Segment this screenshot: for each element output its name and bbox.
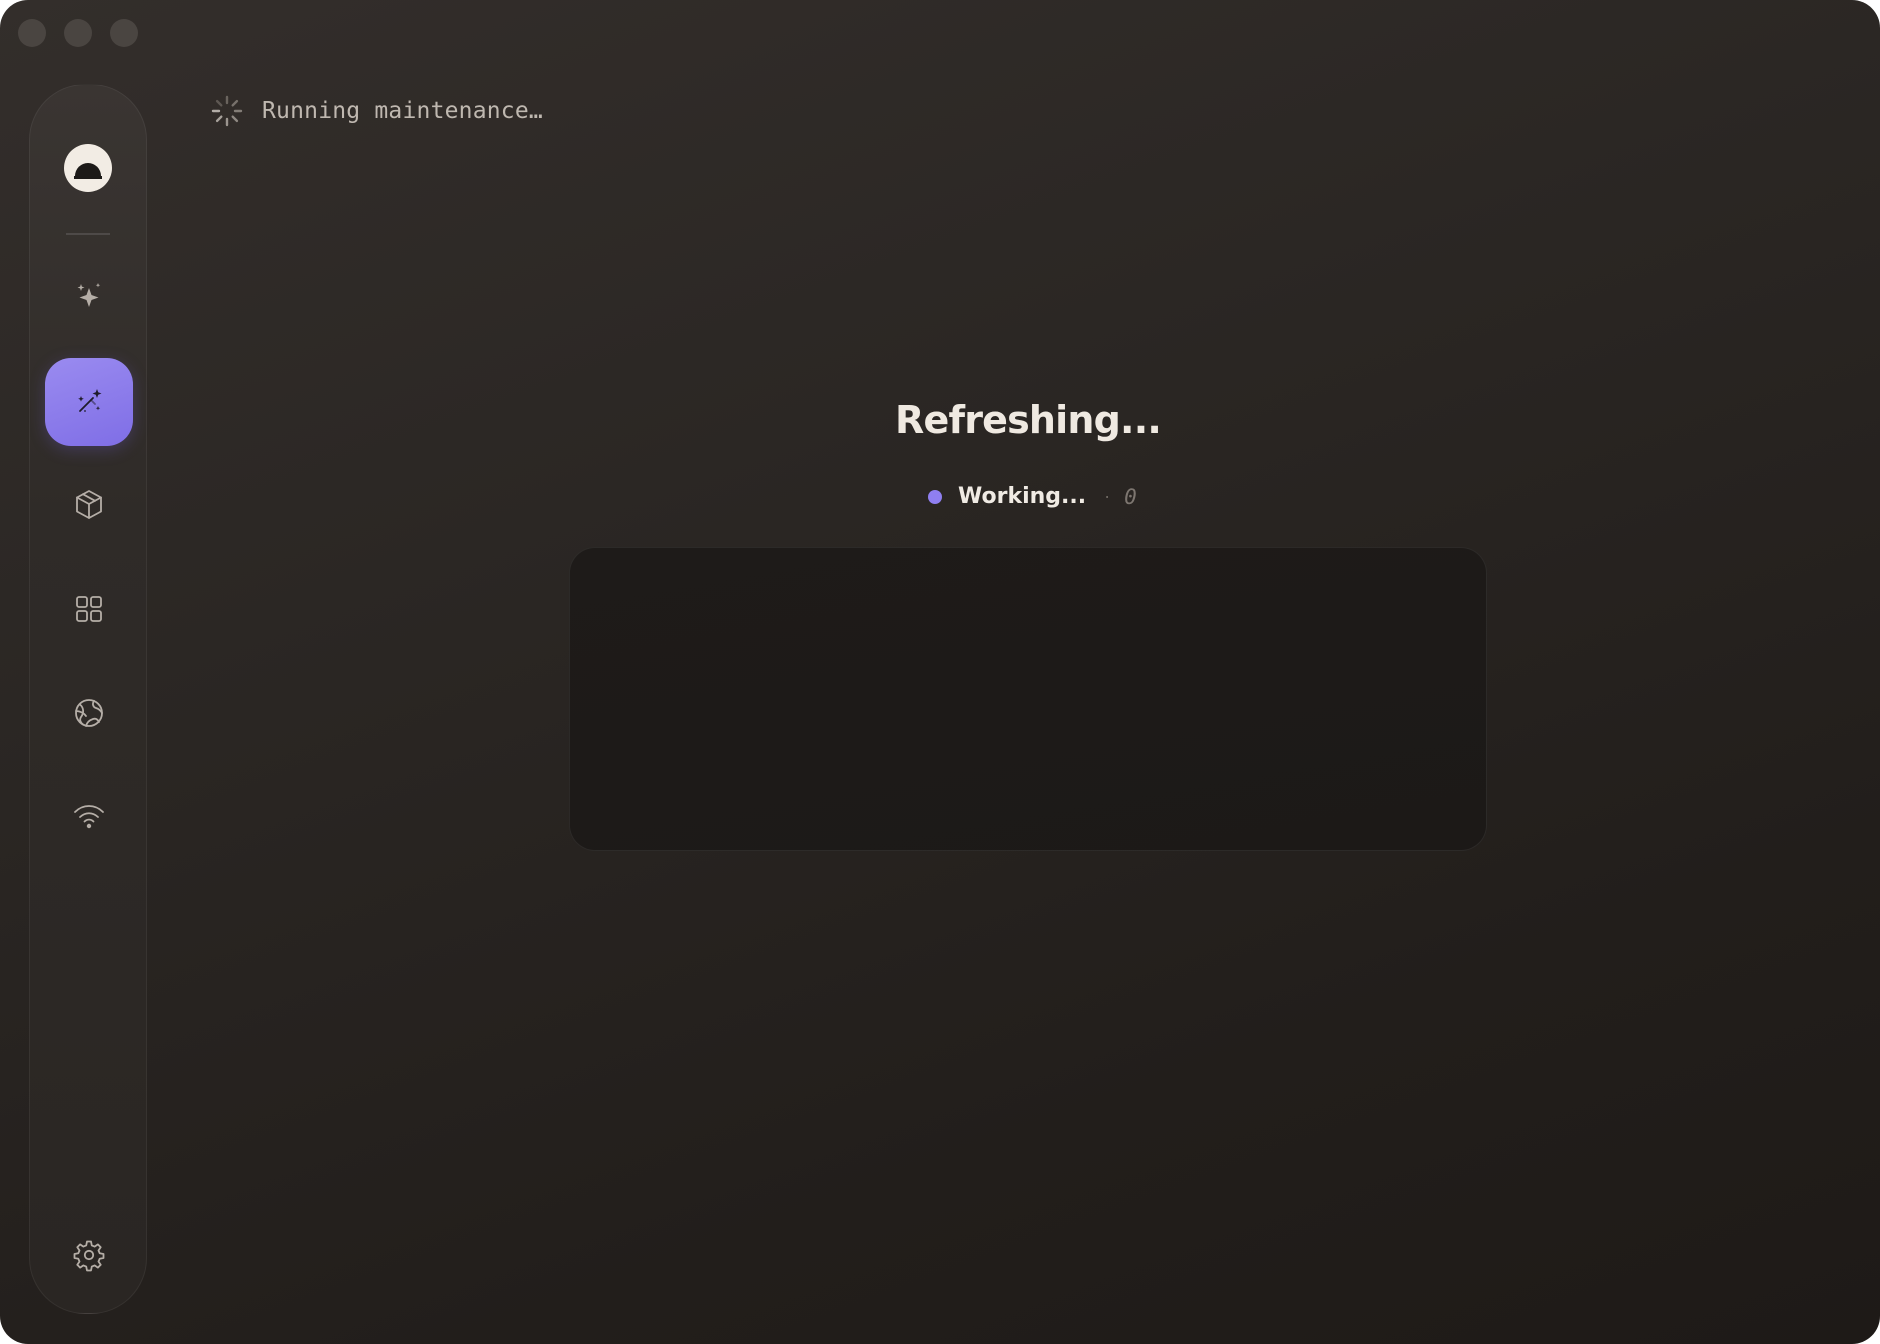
sidebar-item-package[interactable] bbox=[45, 461, 133, 549]
half-moon-logo-icon[interactable] bbox=[64, 144, 112, 192]
separator: · bbox=[1104, 486, 1111, 506]
maintenance-status: Running maintenance… bbox=[210, 94, 543, 128]
working-label: Working... bbox=[958, 484, 1087, 509]
page-title: Refreshing... bbox=[895, 398, 1162, 442]
wifi-icon bbox=[74, 805, 104, 829]
window-minimize-button[interactable] bbox=[64, 19, 92, 47]
globe-icon bbox=[75, 699, 103, 727]
status-dot-icon bbox=[928, 489, 942, 504]
spinner-icon bbox=[211, 95, 243, 127]
window-close-button[interactable] bbox=[18, 19, 46, 47]
status-text: Running maintenance… bbox=[262, 98, 543, 124]
sidebar-item-apps[interactable] bbox=[45, 565, 133, 653]
grid-icon bbox=[76, 596, 102, 622]
progress-count: 0 bbox=[1124, 484, 1137, 509]
sidebar-item-network[interactable] bbox=[45, 669, 133, 757]
sidebar-item-wifi[interactable] bbox=[45, 772, 133, 860]
sidebar bbox=[29, 84, 147, 1314]
sparkle-icon bbox=[77, 283, 101, 307]
settings-button[interactable] bbox=[45, 1211, 133, 1299]
sidebar-divider bbox=[66, 233, 110, 235]
output-panel bbox=[569, 547, 1487, 851]
working-status: Working... · 0 bbox=[928, 484, 1137, 509]
gear-icon bbox=[73, 1240, 105, 1272]
sidebar-item-sparkle[interactable] bbox=[45, 253, 133, 341]
app-window: Running maintenance… Refreshing... Worki… bbox=[0, 0, 1880, 1344]
window-maximize-button[interactable] bbox=[110, 19, 138, 47]
cube-icon bbox=[76, 490, 102, 519]
